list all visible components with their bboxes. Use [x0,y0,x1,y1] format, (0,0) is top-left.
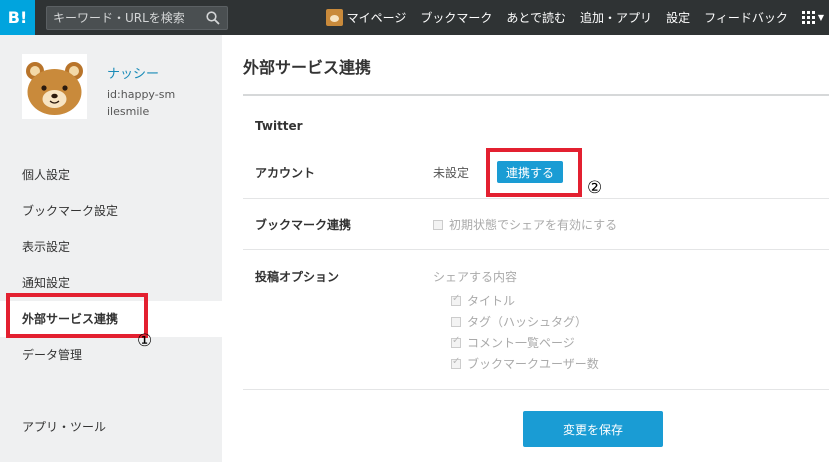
app-menu-button[interactable]: ▼ [801,11,824,24]
hatena-logo[interactable]: B! [0,0,35,35]
grid-icon [801,11,815,24]
user-avatar-mini [325,9,343,26]
title-checkbox[interactable] [451,293,461,306]
profile-id: id:happy-smilesmile [107,88,176,118]
nav-settings[interactable]: 設定 [666,9,690,26]
nav-read-later[interactable]: あとで読む [506,9,566,26]
share-default-option[interactable]: 初期状態でシェアを有効にする [433,216,617,233]
annotation-number-2: ② [587,178,603,198]
bear-avatar-icon [22,54,87,119]
save-button[interactable]: 変更を保存 [523,411,663,447]
row-divider [243,198,829,199]
caret-down-icon: ▼ [817,13,824,22]
option-user-count[interactable]: ブックマークユーザー数 [451,355,599,372]
option-hashtag-label: タグ（ハッシュタグ） [467,315,588,329]
account-status: 未設定 [433,166,470,180]
nav-mypage-label: マイページ [346,11,407,25]
share-default-label: 初期状態でシェアを有効にする [449,218,618,232]
divider [243,94,829,96]
account-label: アカウント [255,166,316,180]
row-divider [243,249,829,250]
hashtag-checkbox[interactable] [451,316,461,327]
menu-item-data[interactable]: データ管理 [0,337,222,373]
option-comment-page[interactable]: コメント一覧ページ [451,334,575,351]
option-title-label: タイトル [467,294,516,308]
annotation-box-2 [486,148,582,197]
nav-add-app[interactable]: 追加・アプリ [580,9,652,26]
share-content-caption: シェアする内容 [433,270,518,284]
option-title[interactable]: タイトル [451,292,515,309]
page-title: 外部サービス連携 [243,58,372,77]
option-comment-page-label: コメント一覧ページ [467,336,575,350]
annotation-box-1 [6,293,148,338]
option-hashtag[interactable]: タグ（ハッシュタグ） [451,313,587,330]
comment-page-checkbox[interactable] [451,335,461,348]
avatar[interactable] [22,54,87,119]
nav-feedback[interactable]: フィードバック [704,9,788,26]
menu-item-display[interactable]: 表示設定 [0,229,222,265]
annotation-number-1: ① [137,331,153,351]
top-nav: マイページ ブックマーク あとで読む 追加・アプリ 設定 フィードバック ▼ [325,0,829,35]
search-icon[interactable] [205,10,221,26]
section-title-twitter: Twitter [255,119,303,133]
top-bar: B! マイページ ブックマーク あとで読む 追加・アプリ 設定 フィードバック … [0,0,829,35]
bookmark-link-label: ブックマーク連携 [255,218,352,232]
user-count-checkbox[interactable] [451,356,461,369]
nav-bookmark[interactable]: ブックマーク [420,9,492,26]
search-box[interactable] [46,5,228,30]
nav-mypage[interactable]: マイページ [325,9,407,26]
profile-name[interactable]: ナッシー [107,67,177,83]
share-default-checkbox[interactable] [433,219,443,230]
menu-item-bookmark[interactable]: ブックマーク設定 [0,193,222,229]
profile: ナッシー id:happy-smilesmile [22,54,177,120]
option-user-count-label: ブックマークユーザー数 [467,357,599,371]
main-content: 外部サービス連携 Twitter アカウント 未設定 連携する ブックマーク連携… [222,35,829,462]
profile-text: ナッシー id:happy-smilesmile [107,54,177,120]
row-divider [243,389,829,390]
menu-item-apps-tools[interactable]: アプリ・ツール [0,409,222,445]
search-input[interactable] [53,10,205,25]
post-options-label: 投稿オプション [255,270,340,284]
sidebar: ナッシー id:happy-smilesmile 個人設定 ブックマーク設定 表… [0,35,222,462]
menu-item-personal[interactable]: 個人設定 [0,157,222,193]
